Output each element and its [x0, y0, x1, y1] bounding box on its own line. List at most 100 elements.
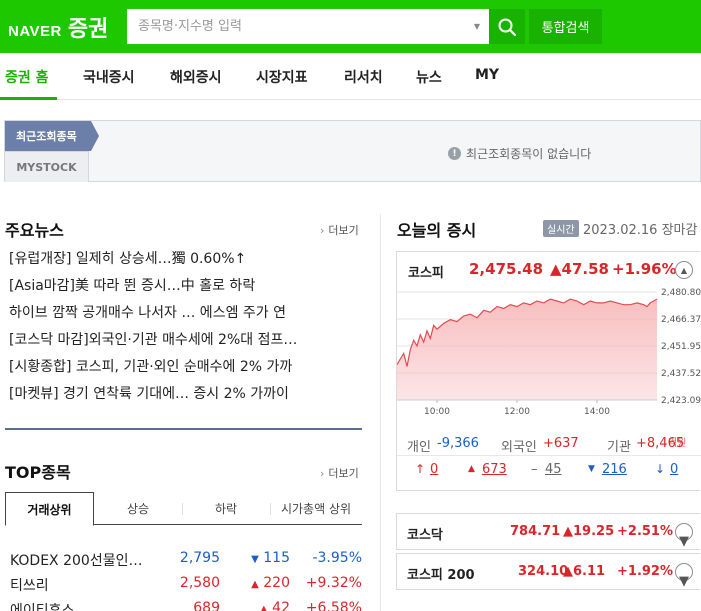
flat-count[interactable]: 45	[545, 462, 562, 477]
nav-research[interactable]: 리서치	[344, 67, 383, 87]
kosdaq-row[interactable]: 코스닥 784.71 ▲19.25 +2.51% ▼	[396, 513, 700, 550]
chart-x-tick-label: 12:00	[504, 407, 530, 417]
nav-news[interactable]: 뉴스	[416, 67, 442, 87]
recent-empty-text: 최근조회종목이 없습니다	[466, 147, 592, 161]
search-dropdown-icon[interactable]: ▼	[474, 22, 480, 31]
stock-change-value: 42	[272, 600, 290, 611]
realtime-badge: 실시간	[543, 220, 579, 237]
table-row[interactable]: 티쓰리 2,580 ▲ 220 +9.32%	[10, 573, 362, 598]
upper-limit-count[interactable]: 0	[430, 462, 438, 477]
chart-area	[397, 299, 657, 400]
news-item[interactable]: [마켓뷰] 경기 연착륙 기대에… 증시 2% 가까이	[9, 384, 361, 411]
naver-stock-logo[interactable]: NAVER 증권	[8, 11, 108, 43]
stock-rate: -3.95%	[312, 550, 362, 566]
index-rate: +1.92%	[617, 564, 673, 579]
stock-name[interactable]: KODEX 200선물인버스2X	[10, 550, 150, 570]
up-arrow-icon: ▲	[251, 579, 259, 590]
stock-rate: +6.58%	[305, 600, 362, 611]
search-input[interactable]	[127, 9, 467, 44]
search-icon	[498, 18, 517, 36]
kospi-intraday-chart: 2,480.80 2,466.37 2,451.95 2,437.52 2,423.09…	[397, 288, 701, 417]
index-name: 코스피 200	[407, 568, 475, 583]
nav-my[interactable]: MY	[475, 67, 499, 83]
stock-change-value: 220	[263, 575, 290, 591]
news-item[interactable]: [코스닥 마감]외국인·기관 매수세에 2%대 점프…	[9, 330, 361, 357]
chart-y-tick-label: 2,423.09	[661, 396, 701, 406]
expand-button[interactable]: ▼	[675, 563, 693, 589]
nav-market-index[interactable]: 시장지표	[256, 67, 308, 87]
fall-count[interactable]: 216	[602, 462, 627, 477]
chevron-down-icon: ▼	[679, 574, 689, 589]
info-icon: !	[448, 147, 461, 160]
flat-icon: –	[531, 462, 538, 477]
news-item[interactable]: [Asia마감]美 따라 뛴 증시…中 홀로 하락	[9, 276, 361, 303]
stock-name[interactable]: 티쓰리	[10, 575, 150, 595]
index-rate: +2.51%	[617, 524, 673, 539]
news-title: 주요뉴스	[5, 221, 64, 240]
up-arrow-icon: ▲	[260, 604, 268, 611]
advance-decline: ↑ 0 ▲ 673 – 45 ▼ 216 ↓ 0	[397, 460, 701, 480]
individual-label: 개인	[407, 440, 431, 455]
tab-mystock[interactable]: MYSTOCK	[5, 151, 89, 182]
index-name: 코스닥	[407, 528, 443, 543]
market-date-value: 2023.02.16	[583, 223, 658, 238]
recent-empty-message: ! 최근조회종목이 없습니다	[448, 145, 591, 162]
chart-x-tick-label: 14:00	[584, 407, 610, 417]
news-divider	[5, 428, 362, 430]
news-item[interactable]: [시황종합] 코스피, 기관·외인 순매수에 2% 가까	[9, 357, 361, 384]
chart-y-tick-label: 2,466.37	[661, 315, 701, 325]
stock-change: ▲ 42	[260, 600, 290, 611]
table-row[interactable]: KODEX 200선물인버스2X 2,795 ▼ 115 -3.95%	[10, 548, 362, 573]
market-date: 2023.02.16 장마감	[583, 219, 697, 238]
index-change: ▲6.11	[563, 564, 606, 579]
individual-value: -9,366	[437, 436, 479, 451]
down-arrow-icon: ▼	[251, 554, 259, 565]
top-stocks-list: KODEX 200선물인버스2X 2,795 ▼ 115 -3.95% 티쓰리 …	[10, 548, 362, 611]
lower-limit-icon: ↓	[655, 462, 666, 476]
logo-naver-text: NAVER	[8, 23, 62, 40]
rise-icon: ▲	[468, 464, 475, 474]
tab-fall[interactable]: 하락	[182, 492, 270, 525]
index-value: 784.71	[510, 524, 561, 539]
top-more-link[interactable]: 더보기	[320, 465, 358, 481]
chart-x-tick-label: 10:00	[424, 407, 450, 417]
top-stocks-title: TOP종목	[5, 463, 71, 482]
total-search-button[interactable]: 통합검색	[529, 9, 602, 44]
tab-market-cap[interactable]: 시가총액 상위	[270, 492, 362, 525]
news-item[interactable]: [유럽개장] 일제히 상승세…獨 0.60%↑	[9, 249, 361, 276]
foreign-value: +637	[543, 436, 579, 451]
nav-home[interactable]: 증권 홈	[5, 67, 49, 87]
nav-world[interactable]: 해외증시	[170, 67, 222, 87]
news-item[interactable]: 하이브 깜짝 공개매수 나서자 … 에스엠 주가 연	[9, 303, 361, 330]
collapse-button[interactable]: ▲	[675, 261, 693, 279]
nav-domestic[interactable]: 국내증시	[83, 67, 135, 87]
rise-count[interactable]: 673	[482, 462, 507, 477]
stock-price: 2,795	[179, 550, 220, 566]
chart-y-tick-label: 2,437.52	[661, 369, 701, 379]
expand-button[interactable]: ▼	[675, 523, 693, 549]
kospi-value: 2,475.48	[469, 260, 544, 278]
column-divider	[380, 214, 381, 611]
foreign-label: 외국인	[501, 440, 537, 455]
investor-unit: 억원	[668, 438, 687, 449]
fall-icon: ▼	[588, 464, 595, 474]
lower-limit-count[interactable]: 0	[670, 462, 678, 477]
logo-service-text: 증권	[67, 17, 109, 42]
index-change: ▲19.25	[563, 524, 615, 539]
search-button[interactable]	[489, 9, 525, 44]
investor-divider	[397, 455, 701, 456]
tab-trading-volume[interactable]: 거래상위	[5, 492, 94, 526]
stock-change-value: 115	[263, 550, 290, 566]
kospi-change: ▲47.58	[550, 260, 609, 278]
top-stocks-tabs: 거래상위 상승 하락 시가총액 상위	[5, 492, 362, 526]
tab-rise[interactable]: 상승	[94, 492, 182, 525]
stock-name[interactable]: 에이티휴스	[10, 600, 150, 611]
search-box: ▼	[127, 9, 489, 44]
kospi-name[interactable]: 코스피	[408, 262, 444, 281]
kospi200-row[interactable]: 코스피 200 324.10 ▲6.11 +1.92% ▼	[396, 553, 700, 590]
table-row[interactable]: 에이티휴스 689 ▲ 42 +6.58%	[10, 598, 362, 611]
chevron-down-icon: ▼	[679, 534, 689, 549]
news-more-link[interactable]: 더보기	[320, 222, 358, 238]
news-list: [유럽개장] 일제히 상승세…獨 0.60%↑ [Asia마감]美 따라 뛴 증…	[9, 249, 361, 411]
tab-recent-stocks[interactable]: 최근조회종목	[5, 121, 99, 151]
